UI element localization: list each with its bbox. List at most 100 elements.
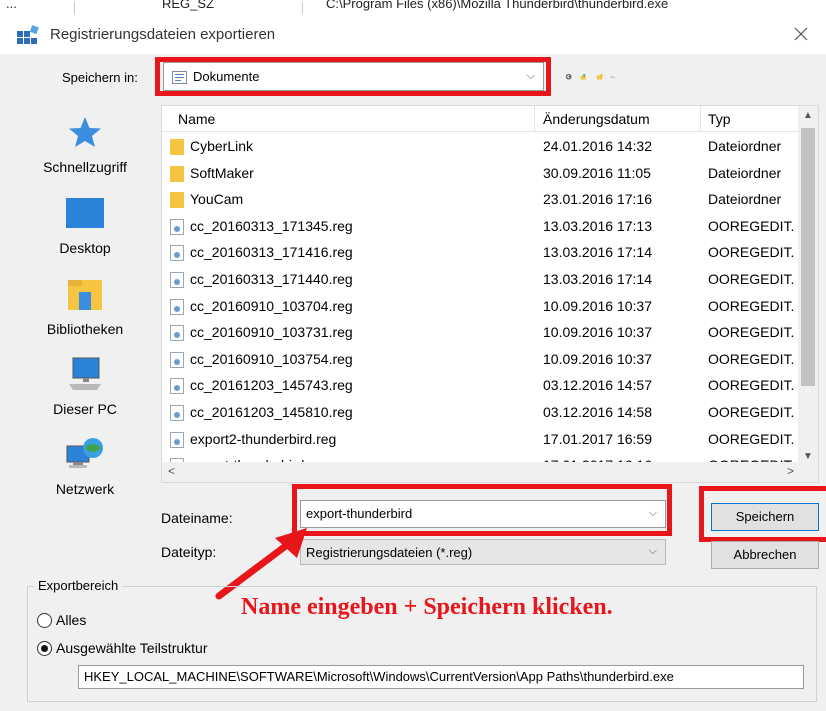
- filetype-dropdown[interactable]: Registrierungsdateien (*.reg) ⌵: [300, 539, 666, 565]
- file-row[interactable]: export2-thunderbird.reg 17.01.2017 16:59 O…: [162, 427, 800, 454]
- cancel-button[interactable]: Abbrechen: [711, 541, 819, 569]
- file-date: 10.09.2016 10:37: [543, 324, 652, 341]
- file-date: 17.01.2017 16:59: [543, 430, 652, 447]
- file-row[interactable]: CyberLink 24.01.2016 14:32 Dateiordner: [162, 134, 800, 161]
- file-row[interactable]: cc_20161203_145810.reg 03.12.2016 14:58 OO…: [162, 400, 800, 427]
- scroll-right-icon[interactable]: >: [787, 464, 794, 478]
- file-name: cc_20160313_171345.reg: [190, 217, 353, 234]
- file-row[interactable]: cc_20160313_171416.reg 13.03.2016 17:14 OO…: [162, 240, 800, 267]
- file-name: cc_20160313_171440.reg: [190, 270, 353, 287]
- file-date: 10.09.2016 10:37: [543, 297, 652, 314]
- place-quick-access[interactable]: Schnellzugriff: [20, 114, 150, 175]
- registry-file-icon: [170, 351, 184, 368]
- registry-file-icon: [170, 298, 184, 315]
- new-folder-icon[interactable]: [596, 73, 603, 80]
- file-date: 13.03.2016 17:13: [543, 217, 652, 234]
- scroll-down-icon[interactable]: ▼: [803, 451, 813, 462]
- radio-all[interactable]: Alles: [37, 612, 86, 628]
- chevron-down-icon: ⌵: [648, 545, 657, 557]
- column-date[interactable]: Änderungsdatum: [543, 111, 650, 127]
- file-type: OOREGEDIT.: [708, 403, 795, 420]
- radio-label: Ausgewählte Teilstruktur: [56, 640, 208, 656]
- dialog-title: Registrierungsdateien exportieren: [50, 26, 276, 43]
- file-name: cc_20161203_145743.reg: [190, 377, 353, 394]
- file-type: OOREGEDIT.: [708, 324, 795, 341]
- background-fragment: ...: [6, 0, 17, 11]
- place-label: Bibliotheken: [46, 321, 124, 337]
- background-fragment: C:\Program Files (x86)\Mozilla Thunderbi…: [326, 0, 669, 11]
- file-row[interactable]: cc_20160313_171440.reg 13.03.2016 17:14 OO…: [162, 267, 800, 294]
- file-name: export2-thunderbird.reg: [190, 430, 337, 447]
- registry-file-icon: [170, 245, 184, 262]
- radio-label: Alles: [56, 612, 87, 628]
- file-row[interactable]: YouCam 23.01.2016 17:16 Dateiordner: [162, 187, 800, 214]
- registry-editor-icon: [17, 25, 39, 44]
- computer-icon: [69, 357, 101, 390]
- file-type: Dateiordner: [708, 191, 782, 208]
- file-date: 13.03.2016 17:14: [543, 244, 652, 261]
- file-name: YouCam: [190, 191, 244, 208]
- file-date: 10.09.2016 10:37: [543, 350, 652, 367]
- up-folder-icon[interactable]: [580, 73, 587, 80]
- file-row[interactable]: SoftMaker 30.09.2016 11:05 Dateiordner: [162, 161, 800, 188]
- column-divider[interactable]: [700, 106, 701, 132]
- vertical-scrollbar[interactable]: ▲ ▼: [798, 106, 818, 464]
- file-name: CyberLink: [190, 138, 254, 154]
- file-name: SoftMaker: [190, 164, 254, 181]
- place-this-pc[interactable]: Dieser PC: [20, 356, 150, 417]
- scroll-left-icon[interactable]: <: [168, 464, 175, 478]
- place-network[interactable]: Netzwerk: [20, 436, 150, 497]
- place-label: Netzwerk: [55, 481, 115, 497]
- star-icon: [69, 117, 101, 147]
- file-row[interactable]: cc_20160910_103731.reg 10.09.2016 10:37 OO…: [162, 320, 800, 347]
- export-range-legend: Exportbereich: [34, 578, 123, 593]
- horizontal-scrollbar[interactable]: < >: [162, 462, 818, 482]
- place-libraries[interactable]: Bibliotheken: [20, 276, 150, 337]
- dialog-title-bar: Registrierungsdateien exportieren: [0, 14, 826, 54]
- file-list[interactable]: Name Änderungsdatum Typ CyberLink 24.01.2…: [161, 105, 819, 483]
- close-button[interactable]: [788, 21, 814, 47]
- place-label: Desktop: [59, 240, 111, 256]
- column-divider[interactable]: [534, 106, 535, 132]
- file-list-header: Name Änderungsdatum Typ: [162, 106, 800, 132]
- file-date: 23.01.2016 17:16: [543, 191, 652, 208]
- background-divider: [302, 2, 303, 14]
- place-desktop[interactable]: Desktop: [20, 195, 150, 256]
- view-menu-icon[interactable]: [611, 76, 615, 79]
- file-type: OOREGEDIT.: [708, 350, 795, 367]
- place-label: Schnellzugriff: [43, 159, 127, 175]
- file-date: 24.01.2016 14:32: [543, 138, 652, 154]
- file-row[interactable]: cc_20161203_145743.reg 03.12.2016 14:57 OO…: [162, 373, 800, 400]
- instruction-annotation: Name eingeben + Speichern klicken.: [241, 594, 613, 620]
- registry-file-icon: [170, 325, 184, 342]
- column-type[interactable]: Typ: [708, 111, 731, 127]
- registry-file-icon: [170, 271, 184, 288]
- scrollbar-thumb[interactable]: [801, 128, 815, 386]
- column-name[interactable]: Name: [178, 111, 215, 127]
- scroll-up-icon[interactable]: ▲: [803, 110, 813, 121]
- highlight-save-button: [699, 486, 826, 542]
- background-fragment: REG_SZ: [162, 0, 215, 11]
- folder-icon: [170, 192, 184, 209]
- file-date: 13.03.2016 17:14: [543, 270, 652, 287]
- places-bar: Schnellzugriff Desktop Bibliotheken Dies…: [20, 102, 150, 502]
- file-name: cc_20161203_145810.reg: [190, 403, 353, 420]
- close-icon: [794, 27, 808, 41]
- branch-path-input[interactable]: HKEY_LOCAL_MACHINE\SOFTWARE\Microsoft\Wi…: [78, 665, 804, 689]
- file-list-rows: CyberLink 24.01.2016 14:32 Dateiordner Soft…: [162, 134, 800, 480]
- file-row[interactable]: cc_20160910_103704.reg 10.09.2016 10:37 OO…: [162, 294, 800, 321]
- file-type: OOREGEDIT.: [708, 270, 795, 287]
- registry-file-icon: [170, 404, 184, 421]
- radio-selected-branch[interactable]: Ausgewählte Teilstruktur: [37, 640, 207, 656]
- file-row[interactable]: cc_20160910_103754.reg 10.09.2016 10:37 OO…: [162, 347, 800, 374]
- registry-file-icon: [170, 378, 184, 395]
- file-row[interactable]: cc_20160313_171345.reg 13.03.2016 17:13 OO…: [162, 214, 800, 241]
- registry-file-icon: [170, 218, 184, 235]
- file-type: OOREGEDIT.: [708, 244, 795, 261]
- network-icon: [66, 438, 103, 468]
- file-name: cc_20160313_171416.reg: [190, 244, 353, 261]
- back-icon[interactable]: [565, 73, 572, 80]
- file-type: OOREGEDIT.: [708, 430, 795, 447]
- file-type: OOREGEDIT.: [708, 217, 795, 234]
- file-type: Dateiordner: [708, 138, 782, 154]
